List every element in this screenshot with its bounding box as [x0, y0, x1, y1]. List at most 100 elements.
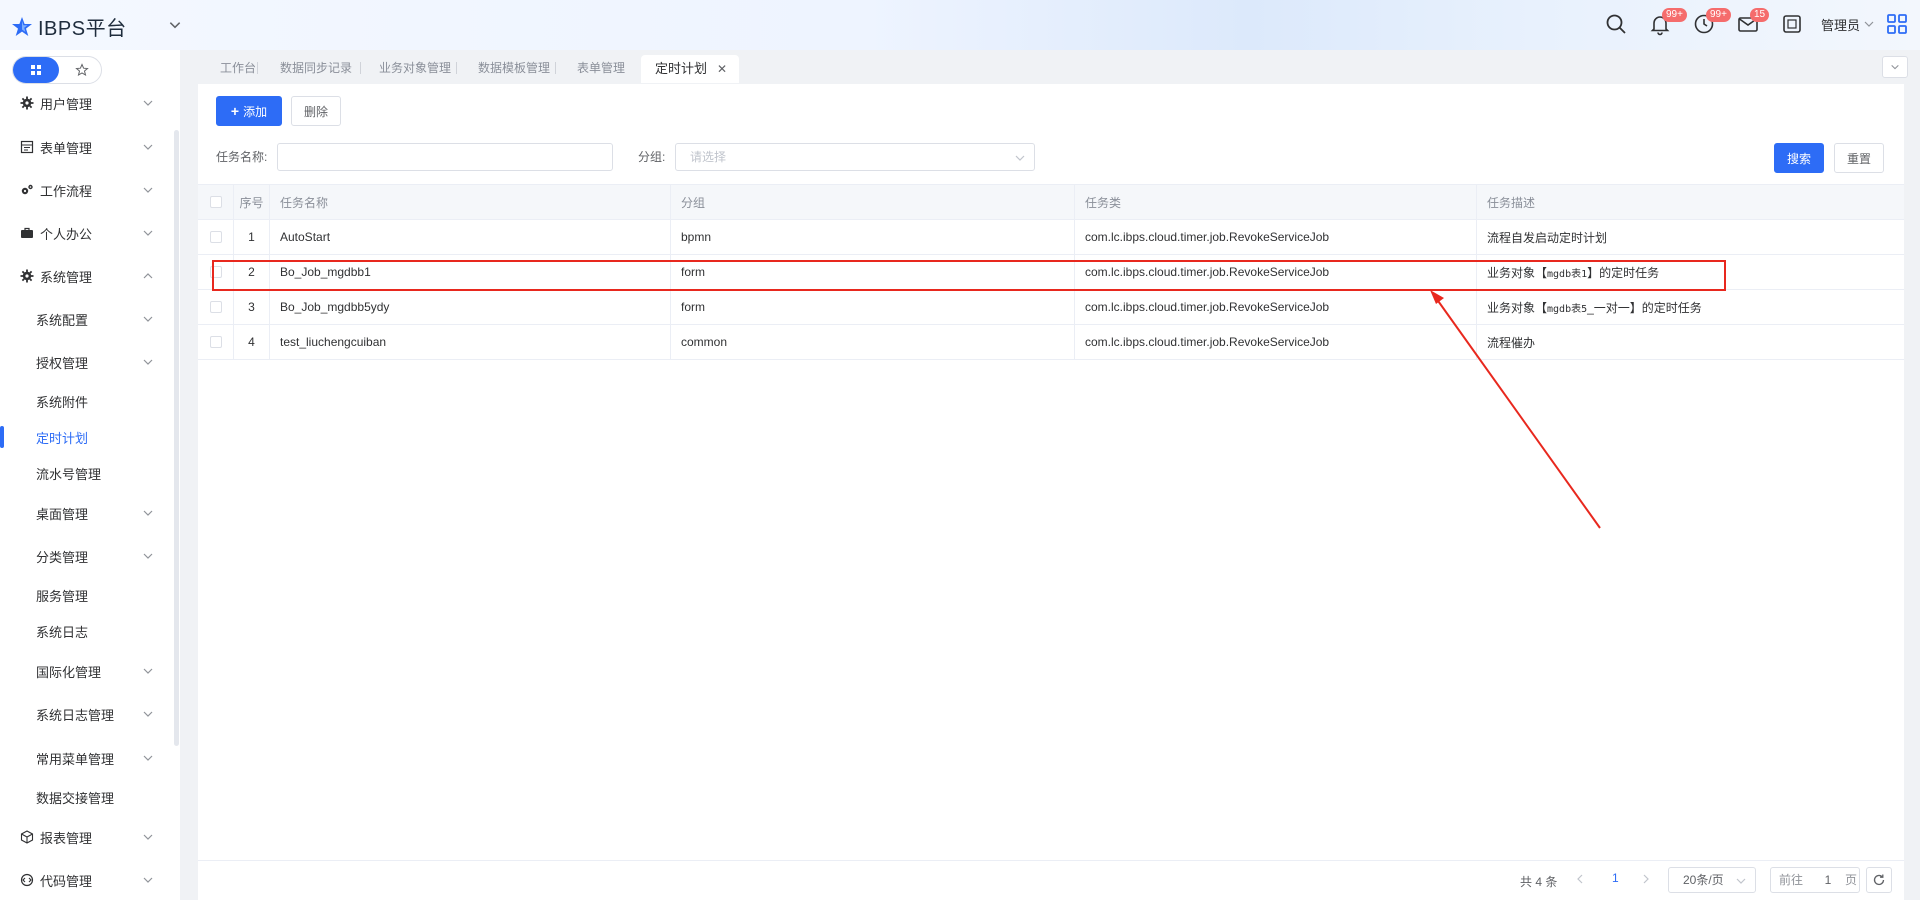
sidebar-scrollbar[interactable] — [174, 130, 179, 746]
chevron-down-icon[interactable] — [1863, 18, 1875, 30]
sidebar-item-label: 系统日志管理 — [36, 707, 115, 723]
sidebar-item-services[interactable]: 服务管理 — [0, 577, 170, 613]
goto-page: 前往 1 页 — [1770, 867, 1860, 893]
sidebar-item-category[interactable]: 分类管理 — [0, 538, 170, 574]
tab-business-objects[interactable]: 业务对象管理 — [379, 57, 451, 79]
app-grid-icon[interactable] — [1885, 12, 1909, 36]
table-row[interactable]: 3 Bo_Job_mgdbb5ydy form com.lc.ibps.clou… — [198, 290, 1904, 325]
favorites-button[interactable] — [63, 57, 101, 83]
reset-button[interactable]: 重置 — [1834, 143, 1884, 173]
chevron-right-icon[interactable] — [1640, 873, 1652, 885]
sidebar-item-system-config[interactable]: 系统配置 — [0, 301, 170, 337]
group-cell: bpmn — [671, 220, 1075, 254]
select-all-checkbox[interactable] — [209, 196, 222, 208]
chevron-down-icon[interactable] — [168, 18, 182, 32]
tab-data-templates[interactable]: 数据模板管理 — [478, 57, 550, 79]
chevron-down-icon — [143, 510, 153, 516]
tab-data-sync-records[interactable]: 数据同步记录 — [280, 57, 352, 79]
sidebar-item-code-management[interactable]: 代码管理 — [0, 862, 170, 898]
sidebar-item-personal-office[interactable]: 个人办公 — [0, 215, 170, 251]
delete-button[interactable]: 删除 — [291, 96, 341, 126]
chevron-down-icon — [143, 187, 153, 193]
tab-divider — [555, 62, 556, 74]
sidebar-item-label: 用户管理 — [40, 96, 93, 112]
group-select[interactable]: 请选择 — [675, 143, 1035, 171]
gear-icon — [20, 269, 34, 283]
messages-button[interactable]: 15 — [1736, 8, 1770, 36]
sidebar-item-scheduled-plans[interactable]: 定时计划 — [0, 419, 170, 455]
column-header-name[interactable]: 任务名称 — [270, 185, 671, 219]
task-class-cell: com.lc.ibps.cloud.timer.job.RevokeServic… — [1075, 220, 1477, 254]
sidebar-item-user-management[interactable]: 用户管理 — [0, 85, 170, 121]
row-checkbox-cell — [198, 220, 234, 254]
chevron-down-icon — [143, 100, 153, 106]
row-checkbox[interactable] — [209, 301, 222, 313]
sidebar-item-label: 流水号管理 — [36, 466, 102, 482]
page-number[interactable]: 1 — [1612, 871, 1619, 885]
row-number: 4 — [234, 325, 270, 359]
row-checkbox-cell — [198, 290, 234, 324]
task-name-input[interactable] — [277, 143, 613, 171]
page-size-select[interactable]: 20条/页 — [1668, 867, 1756, 893]
goto-prefix: 前往 — [1779, 873, 1804, 887]
tab-workbench[interactable]: 工作台 — [220, 57, 256, 79]
refresh-button[interactable] — [1866, 867, 1892, 893]
task-desc-cell: 流程催办 — [1487, 335, 1536, 350]
sidebar-item-log-management[interactable]: 系统日志管理 — [0, 696, 170, 732]
column-header-group[interactable]: 分组 — [671, 185, 1075, 219]
close-icon[interactable]: ✕ — [717, 62, 727, 76]
sidebar-item-label: 数据交接管理 — [36, 790, 115, 806]
sidebar: 用户管理 表单管理 工作流程 个人办公 系统管理 系统配置 授权管理 系统附件 … — [0, 50, 180, 900]
sidebar-item-system-log[interactable]: 系统日志 — [0, 613, 170, 649]
desc-prefix: 业务对象【 — [1487, 300, 1548, 315]
sidebar-item-label: 国际化管理 — [36, 664, 102, 680]
sidebar-item-label: 系统附件 — [36, 394, 89, 410]
goto-page-input[interactable]: 1 — [1815, 868, 1841, 892]
desc-code: mgdb表5 — [1547, 303, 1588, 315]
tabs-bar: 工作台 数据同步记录 业务对象管理 数据模板管理 表单管理 定时计划 ✕ — [180, 50, 1920, 84]
all-menus-button[interactable] — [13, 57, 59, 83]
tab-scheduled-plans[interactable]: 定时计划 ✕ — [641, 55, 740, 83]
add-button[interactable]: + 添加 — [216, 96, 282, 126]
column-header-desc[interactable]: 任务描述 — [1477, 185, 1904, 219]
group-select-placeholder: 请选择 — [690, 150, 727, 164]
fullscreen-icon[interactable] — [1780, 12, 1804, 36]
search-button-label: 搜索 — [1786, 151, 1811, 166]
sidebar-item-serial-number[interactable]: 流水号管理 — [0, 455, 170, 491]
sidebar-item-label: 服务管理 — [36, 588, 89, 604]
chevron-down-icon — [1736, 878, 1746, 884]
sidebar-item-i18n[interactable]: 国际化管理 — [0, 653, 170, 689]
chevron-left-icon[interactable] — [1574, 873, 1586, 885]
table-row[interactable]: 1 AutoStart bpmn com.lc.ibps.cloud.timer… — [198, 220, 1904, 255]
sidebar-item-workflow[interactable]: 工作流程 — [0, 172, 170, 208]
group-label: 分组: — [638, 150, 666, 164]
username[interactable]: 管理员 — [1821, 15, 1860, 34]
app-title: IBPS平台 — [38, 18, 127, 40]
row-number: 1 — [234, 220, 270, 254]
star-logo-icon — [12, 16, 32, 36]
sidebar-item-authorization[interactable]: 授权管理 — [0, 344, 170, 380]
table-row[interactable]: 4 test_liuchengcuiban common com.lc.ibps… — [198, 325, 1904, 360]
row-checkbox[interactable] — [209, 336, 222, 348]
gear-icon — [20, 96, 34, 110]
search-button[interactable]: 搜索 — [1774, 143, 1824, 173]
sidebar-item-data-handover[interactable]: 数据交接管理 — [0, 779, 170, 815]
search-icon[interactable] — [1604, 12, 1628, 36]
notifications-button[interactable]: 99+ — [1648, 8, 1687, 36]
sidebar-item-common-menus[interactable]: 常用菜单管理 — [0, 740, 170, 776]
sidebar-item-reports[interactable]: 报表管理 — [0, 819, 170, 855]
sidebar-item-form-management[interactable]: 表单管理 — [0, 129, 170, 165]
tab-form-management[interactable]: 表单管理 — [577, 57, 625, 79]
sidebar-item-label: 授权管理 — [36, 355, 89, 371]
sidebar-item-attachments[interactable]: 系统附件 — [0, 383, 170, 419]
tabs-more-button[interactable] — [1882, 56, 1908, 78]
row-checkbox[interactable] — [209, 231, 222, 243]
sidebar-item-system-management[interactable]: 系统管理 — [0, 258, 170, 294]
task-name-cell: test_liuchengcuiban — [270, 325, 671, 359]
reset-button-label: 重置 — [1846, 151, 1871, 166]
column-header-class[interactable]: 任务类 — [1075, 185, 1477, 219]
sidebar-item-label: 个人办公 — [40, 226, 93, 242]
sidebar-item-desktop[interactable]: 桌面管理 — [0, 495, 170, 531]
reminders-button[interactable]: 99+ — [1692, 8, 1731, 36]
app-logo[interactable]: IBPS平台 — [10, 12, 127, 41]
